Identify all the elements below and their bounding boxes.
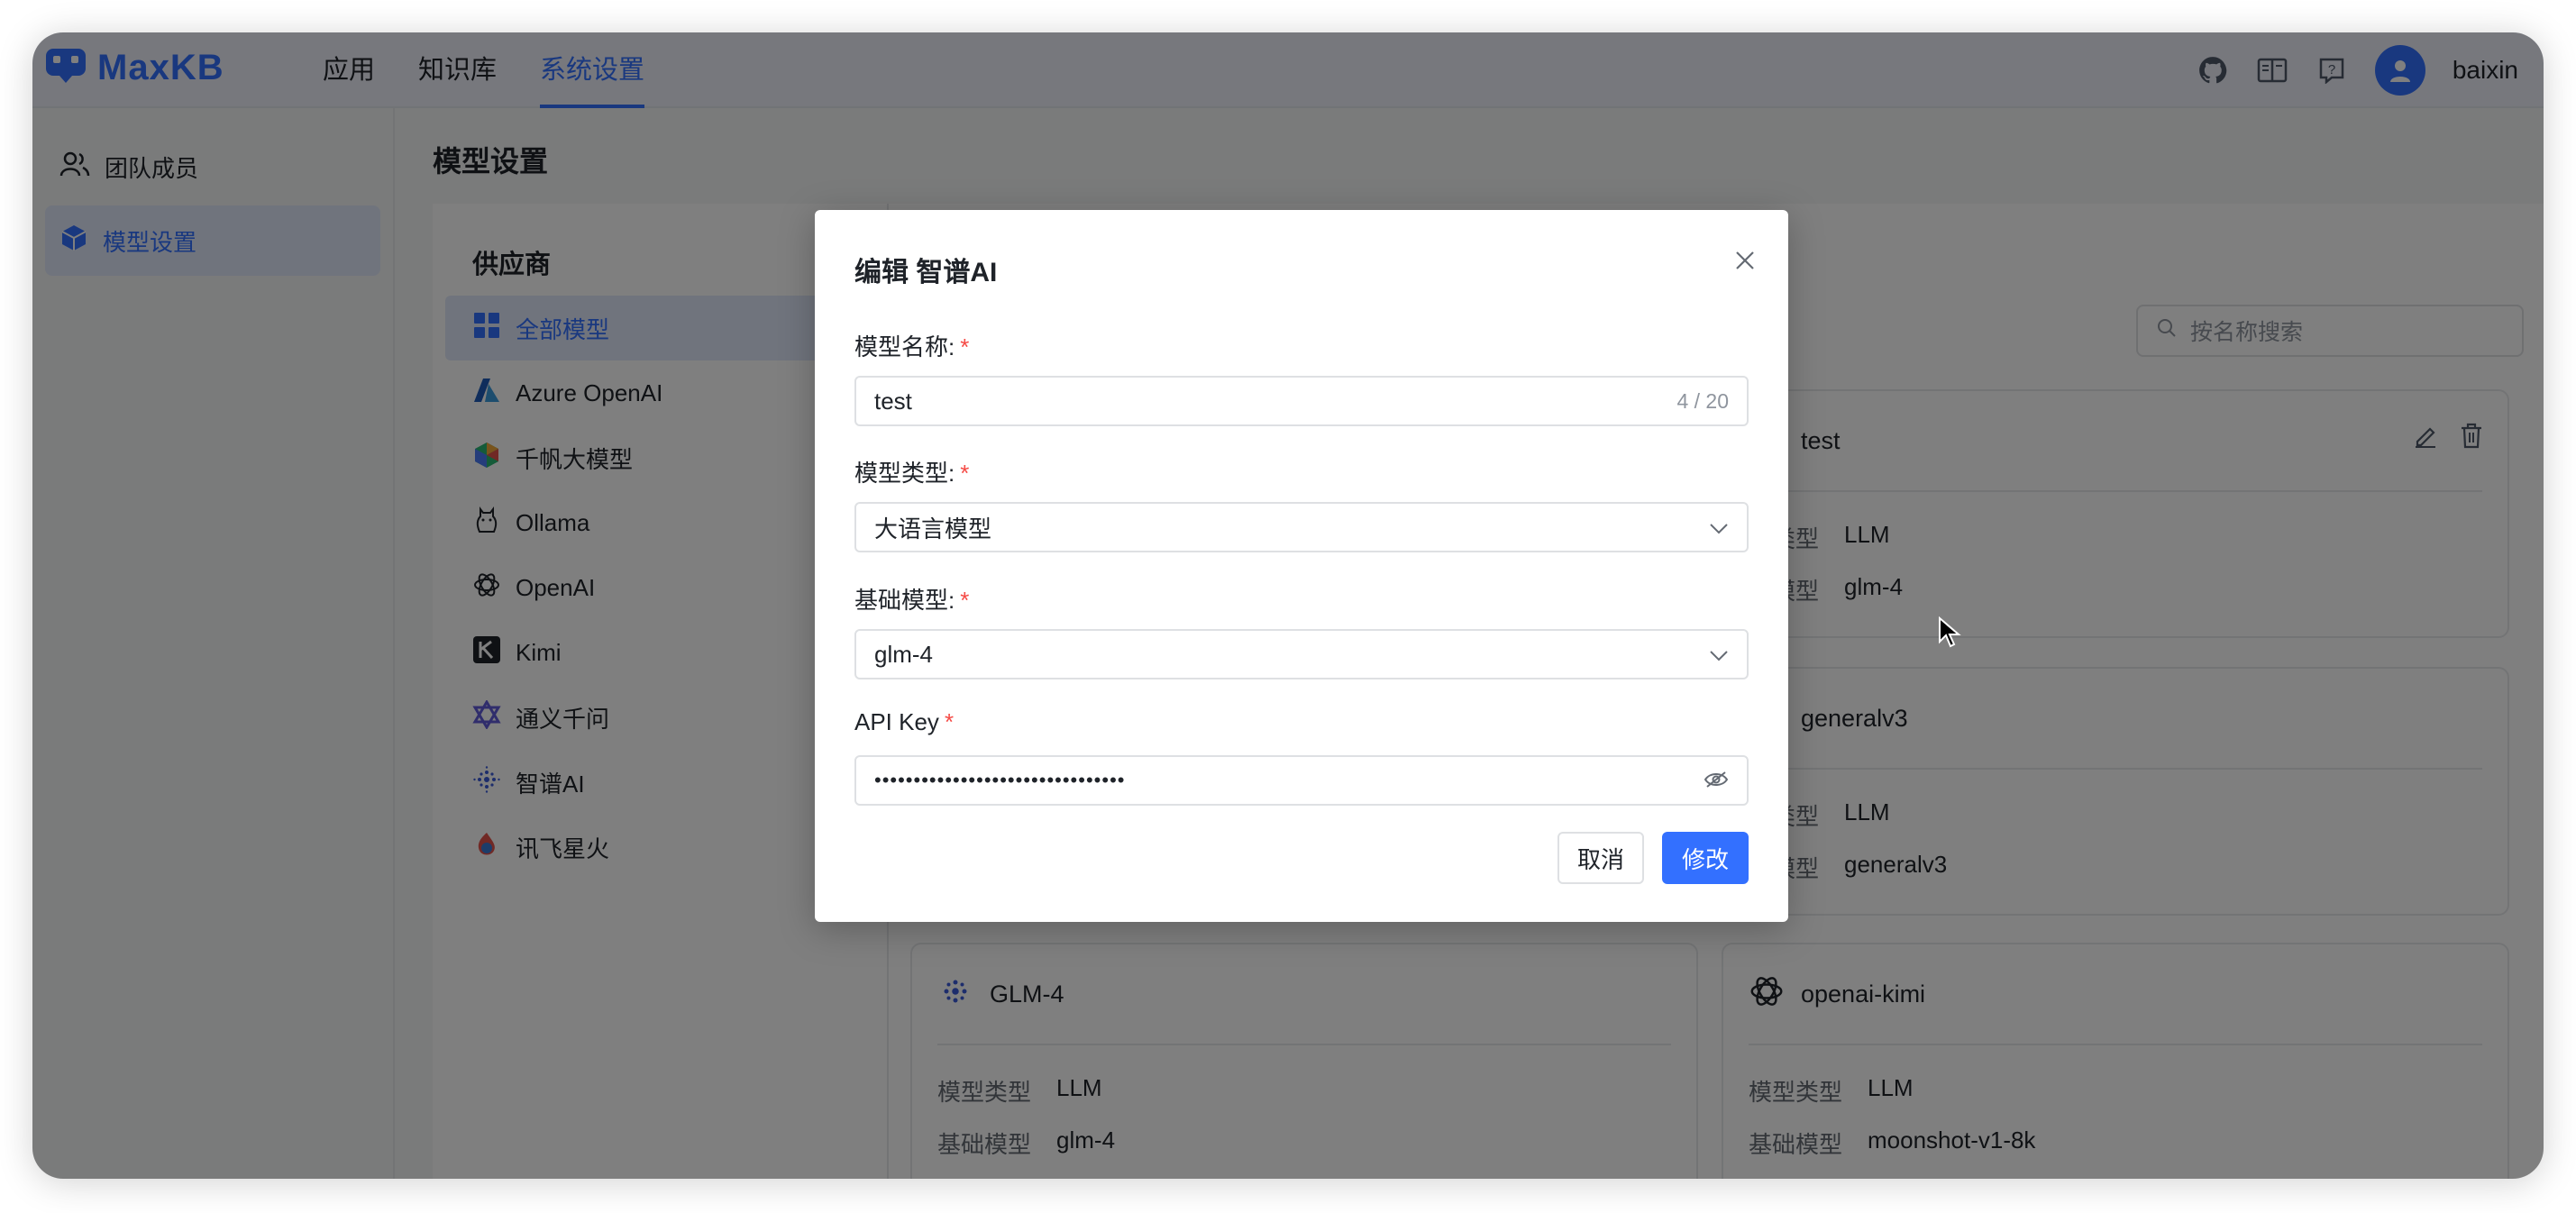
dialog-title: 编辑 智谱AI xyxy=(854,258,998,287)
model-type-value: 大语言模型 xyxy=(874,515,992,543)
api-key-label: API Key * xyxy=(854,708,954,736)
required-mark: * xyxy=(960,333,970,360)
required-mark: * xyxy=(960,460,970,487)
required-mark: * xyxy=(944,708,955,735)
chevron-down-icon xyxy=(1709,641,1729,669)
api-key-label-text: API Key xyxy=(854,708,939,735)
model-type-select[interactable]: 大语言模型 xyxy=(854,502,1749,552)
model-name-input[interactable]: test 4 / 20 xyxy=(854,376,1749,426)
submit-button[interactable]: 修改 xyxy=(1662,832,1749,884)
base-model-select[interactable]: glm-4 xyxy=(854,629,1749,679)
base-model-label: 基础模型: * xyxy=(854,582,969,616)
base-model-label-text: 基础模型: xyxy=(854,587,955,614)
model-type-label-text: 模型类型: xyxy=(854,460,955,487)
model-name-value: test xyxy=(874,387,912,415)
eye-off-icon[interactable] xyxy=(1704,767,1729,795)
api-key-value: •••••••••••••••••••••••••••••••• xyxy=(874,769,1126,791)
base-model-value: glm-4 xyxy=(874,640,934,668)
model-name-label: 模型名称: * xyxy=(854,329,969,362)
mouse-cursor-icon xyxy=(1938,616,1961,653)
required-mark: * xyxy=(960,587,970,614)
char-counter: 4 / 20 xyxy=(1676,388,1729,413)
close-icon[interactable] xyxy=(1727,242,1763,278)
cancel-button[interactable]: 取消 xyxy=(1557,832,1644,884)
model-name-label-text: 模型名称: xyxy=(854,333,955,360)
edit-model-dialog: 编辑 智谱AI 模型名称: * test 4 / 20 模型类型: * 大语言模型 … xyxy=(815,210,1788,922)
chevron-down-icon xyxy=(1709,514,1729,542)
api-key-input[interactable]: •••••••••••••••••••••••••••••••• xyxy=(854,755,1749,806)
model-type-label: 模型类型: * xyxy=(854,455,969,488)
